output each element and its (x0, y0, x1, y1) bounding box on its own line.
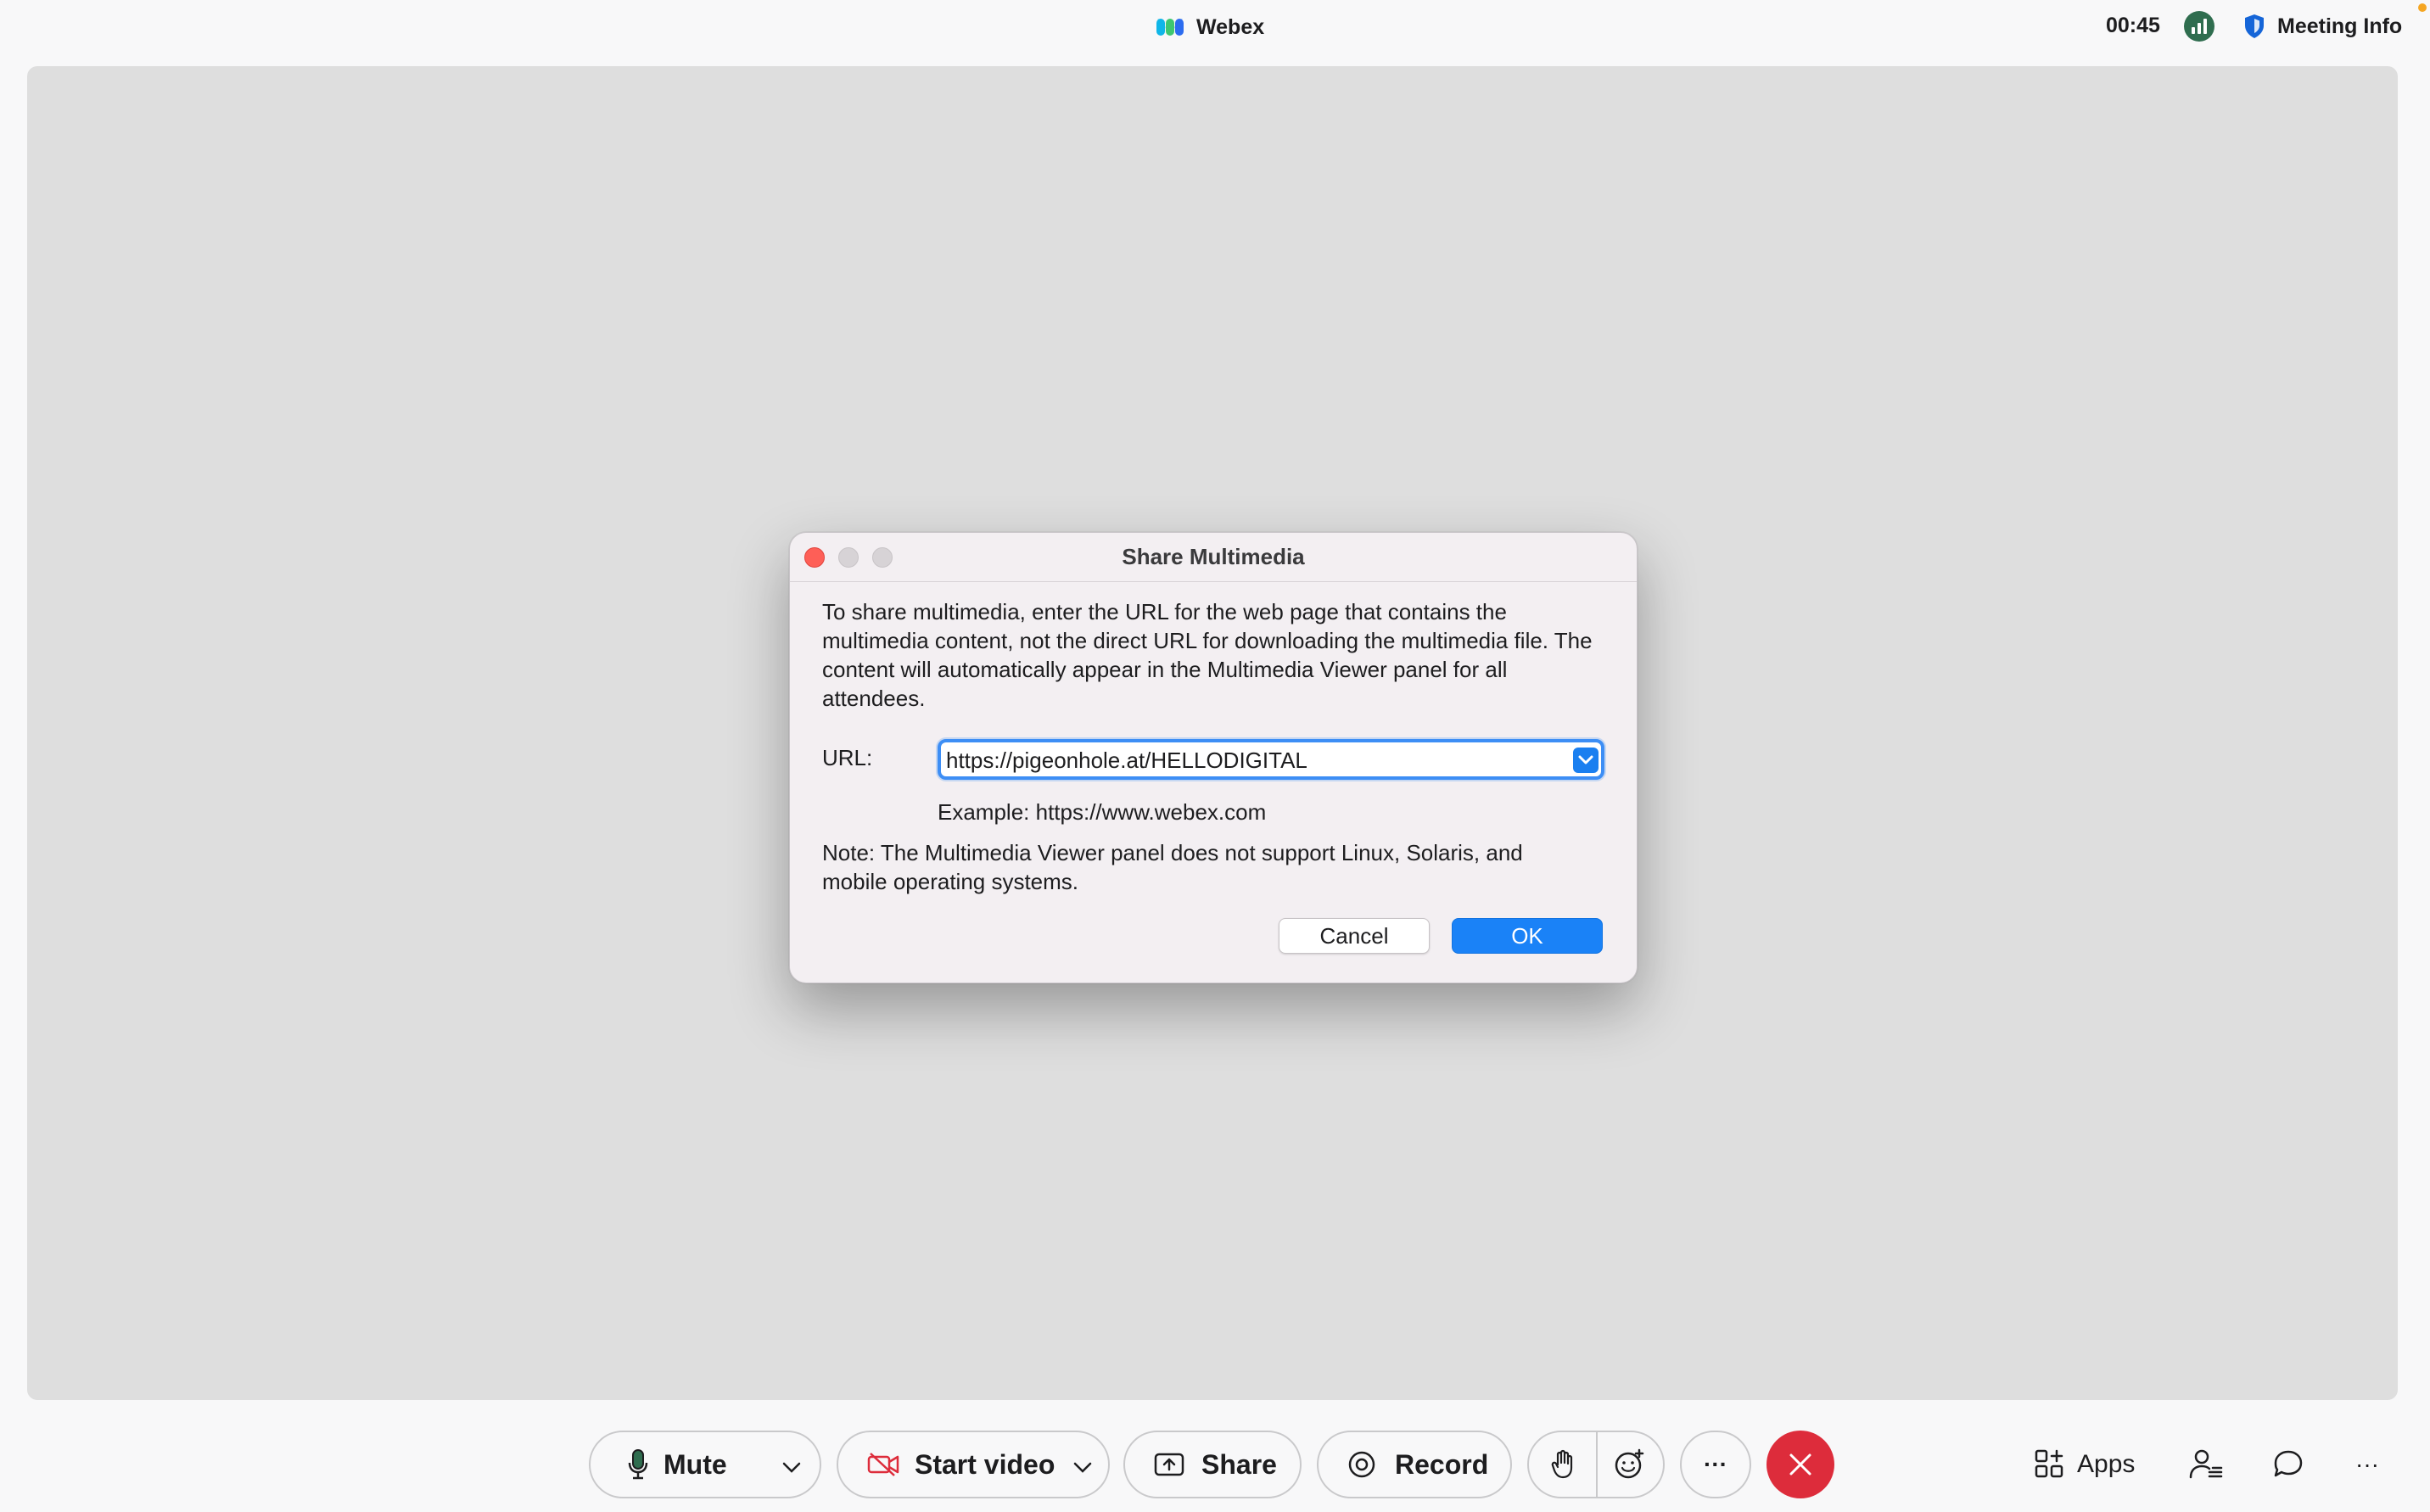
microphone-icon (628, 1449, 648, 1480)
url-input[interactable] (946, 747, 1531, 774)
chevron-down-icon (1074, 1462, 1092, 1473)
mute-options-button[interactable] (782, 1449, 801, 1481)
ok-button[interactable]: OK (1452, 918, 1603, 954)
close-icon (1789, 1453, 1811, 1476)
mute-button[interactable]: Mute (591, 1448, 769, 1481)
url-example-text: Example: https://www.webex.com (938, 799, 1267, 825)
reaction-icon (1615, 1448, 1644, 1479)
app-title: Webex (1156, 12, 1264, 42)
dialog-description: To share multimedia, enter the URL for t… (822, 599, 1593, 711)
more-icon: ··· (1704, 1451, 1727, 1477)
share-multimedia-dialog: Share Multimedia To share multimedia, en… (789, 532, 1638, 983)
chat-button[interactable] (2272, 1442, 2304, 1487)
raise-hand-button[interactable] (1529, 1449, 1596, 1480)
url-dropdown-button[interactable] (1573, 748, 1599, 773)
mute-button-group: Mute (589, 1431, 821, 1498)
apps-button[interactable]: Apps (2035, 1442, 2135, 1487)
start-video-label: Start video (915, 1448, 1055, 1480)
record-icon (1348, 1451, 1375, 1478)
cancel-button[interactable]: Cancel (1279, 918, 1430, 954)
title-bar: Webex 00:45 Meeting Info (0, 0, 2430, 56)
more-menu-icon: ··· (2355, 1451, 2379, 1477)
shield-icon (2245, 14, 2264, 38)
record-button[interactable]: Record (1317, 1431, 1512, 1498)
raise-hand-icon (1551, 1449, 1572, 1479)
stats-icon[interactable] (2184, 11, 2214, 42)
dialog-titlebar: Share Multimedia (790, 533, 1637, 582)
meeting-info-button[interactable]: Meeting Info (2243, 10, 2402, 42)
share-screen-icon (1154, 1453, 1184, 1476)
reaction-button[interactable] (1598, 1448, 1663, 1481)
webex-logo-icon (1156, 19, 1184, 36)
video-off-icon (867, 1453, 899, 1476)
meeting-info-label: Meeting Info (2277, 14, 2403, 38)
chevron-down-icon (1578, 755, 1593, 764)
video-button-group: Start video (837, 1431, 1110, 1498)
url-combobox[interactable] (938, 739, 1604, 780)
notification-dot (2418, 3, 2427, 12)
apps-label: Apps (2077, 1450, 2136, 1478)
more-menu-button[interactable]: ··· (2355, 1442, 2379, 1487)
participants-button[interactable] (2189, 1442, 2223, 1487)
platform-note: Note: The Multimedia Viewer panel does n… (822, 840, 1523, 894)
share-label: Share (1201, 1448, 1277, 1480)
url-label: URL: (822, 745, 873, 770)
participants-icon (2189, 1449, 2223, 1479)
start-video-button[interactable]: Start video (838, 1449, 1055, 1481)
video-options-button[interactable] (1073, 1449, 1092, 1481)
chat-icon (2274, 1450, 2303, 1477)
apps-icon (2035, 1449, 2063, 1478)
meeting-timer: 00:45 (2106, 14, 2160, 37)
more-options-button[interactable]: ··· (1680, 1431, 1751, 1498)
chevron-down-icon (782, 1462, 801, 1473)
record-label: Record (1395, 1448, 1489, 1480)
end-call-button[interactable] (1767, 1431, 1834, 1498)
dialog-title: Share Multimedia (1122, 544, 1305, 569)
share-button[interactable]: Share (1123, 1431, 1302, 1498)
mute-label: Mute (663, 1448, 727, 1480)
reactions-button-group (1527, 1431, 1665, 1498)
app-title-text: Webex (1196, 14, 1265, 39)
